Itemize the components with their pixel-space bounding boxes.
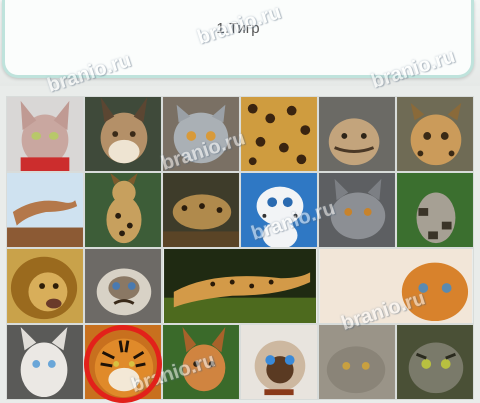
question-answer: Тигр bbox=[228, 20, 260, 37]
sphynx-cat-icon bbox=[7, 97, 83, 171]
manul-icon bbox=[397, 325, 473, 399]
tile-russian-blue-cat[interactable] bbox=[318, 172, 396, 248]
clouded-leopard-icon bbox=[397, 173, 473, 247]
tile-siamese-kitten[interactable] bbox=[240, 324, 318, 400]
russian-blue-cat-icon bbox=[319, 173, 395, 247]
tile-ocelot[interactable] bbox=[396, 96, 474, 172]
lynx-icon bbox=[85, 97, 161, 171]
lion-icon bbox=[7, 249, 83, 323]
cougar-icon bbox=[7, 173, 83, 247]
pallas-cat-icon bbox=[319, 325, 395, 399]
ocelot-icon bbox=[397, 97, 473, 171]
jaguar-icon bbox=[241, 97, 317, 171]
tile-clouded-leopard[interactable] bbox=[396, 172, 474, 248]
cheetah-icon bbox=[164, 249, 316, 323]
tile-ocelot-kitten[interactable] bbox=[318, 96, 396, 172]
serval-icon bbox=[85, 173, 161, 247]
tile-jaguar[interactable] bbox=[240, 96, 318, 172]
question-card: 1.Тигр bbox=[2, 0, 474, 78]
tile-manul[interactable] bbox=[396, 324, 474, 400]
tile-lion[interactable] bbox=[6, 248, 84, 324]
persian-kitten-icon bbox=[320, 249, 472, 323]
tile-serval[interactable] bbox=[84, 172, 162, 248]
tile-grumpy-cat[interactable] bbox=[84, 248, 162, 324]
tile-cougar[interactable] bbox=[6, 172, 84, 248]
question-number: 1. bbox=[216, 20, 229, 37]
tile-siamese-cat[interactable] bbox=[6, 324, 84, 400]
ocelot-kitten-icon bbox=[319, 97, 395, 171]
siamese-kitten-icon bbox=[241, 325, 317, 399]
tile-caracal[interactable] bbox=[162, 324, 240, 400]
british-shorthair-icon bbox=[163, 97, 239, 171]
animal-grid bbox=[6, 96, 476, 400]
snow-leopard-cartoon-icon bbox=[241, 173, 317, 247]
tile-persian-kitten[interactable] bbox=[318, 248, 474, 324]
siamese-cat-icon bbox=[7, 325, 83, 399]
tile-tiger[interactable] bbox=[84, 324, 162, 400]
tile-leopard-cub[interactable] bbox=[162, 172, 240, 248]
caracal-icon bbox=[163, 325, 239, 399]
tile-british-shorthair[interactable] bbox=[162, 96, 240, 172]
tile-sphynx-cat[interactable] bbox=[6, 96, 84, 172]
grumpy-cat-icon bbox=[85, 249, 161, 323]
tile-cheetah[interactable] bbox=[162, 248, 318, 324]
leopard-cub-icon bbox=[163, 173, 239, 247]
tile-snow-leopard-cartoon[interactable] bbox=[240, 172, 318, 248]
tile-lynx[interactable] bbox=[84, 96, 162, 172]
question-title: 1.Тигр bbox=[5, 20, 471, 37]
tiger-icon bbox=[85, 325, 161, 399]
tile-pallas-cat[interactable] bbox=[318, 324, 396, 400]
